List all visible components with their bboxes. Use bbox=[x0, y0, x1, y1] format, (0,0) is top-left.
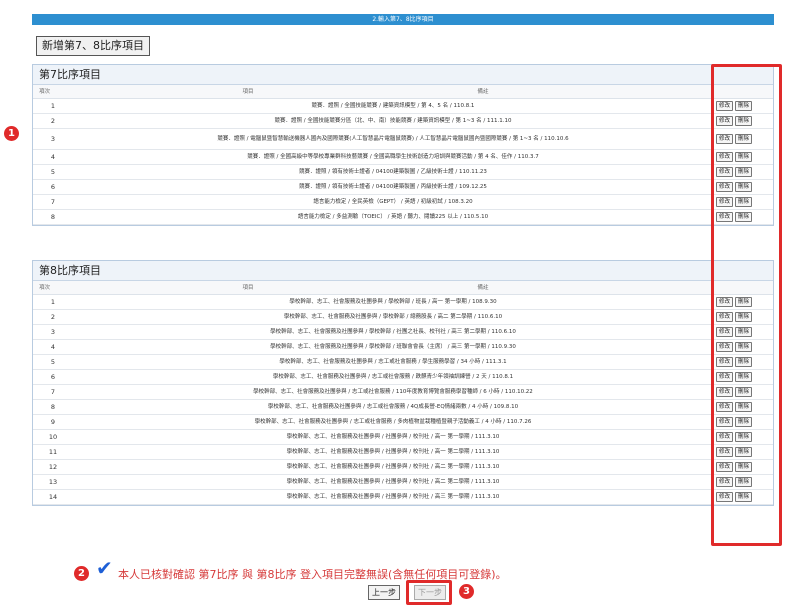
table-row: 5 競賽．證照 / 領有技術士證者 / 04100建築製圖 / 乙級技術士證 / … bbox=[33, 165, 773, 180]
table-row: 12 學校幹部、志工、社會服務及社團參與 / 社團參與 / 校刊社 / 高二 第一… bbox=[33, 460, 773, 475]
row-number: 7 bbox=[50, 198, 56, 206]
table-row: 4 學校幹部、志工、社會服務及社團參與 / 學校幹部 / 班聯會會長（主席） / … bbox=[33, 340, 773, 355]
row-number: 2 bbox=[50, 117, 56, 125]
section-7-title: 第7比序項目 bbox=[33, 65, 773, 85]
table-row: 9 學校幹部、志工、社會服務及社團參與 / 志工或社會服務 / 多肉植物盆栽種植暨… bbox=[33, 415, 773, 430]
row-item-text: 競賽．證照 / 電腦鼠暨智慧輸送機器人國內及國際競賽(人工智慧晶片電腦鼠競賽) … bbox=[217, 135, 569, 142]
row-number: 8 bbox=[50, 213, 56, 221]
table-row: 5 學校幹部、志工、社會服務及社團參與 / 志工或社會服務 / 學生服務學習 / … bbox=[33, 355, 773, 370]
row-number: 11 bbox=[48, 448, 58, 456]
row-number: 13 bbox=[48, 478, 58, 486]
row-number: 5 bbox=[50, 358, 56, 366]
row-number: 6 bbox=[50, 373, 56, 381]
row-number: 8 bbox=[50, 403, 56, 411]
table-row: 8 語言能力檢定 / 多益測驗（TOEIC） / 英語 / 聽力、閱讀225 以上… bbox=[33, 210, 773, 225]
column-note: 備註 bbox=[477, 89, 489, 95]
table-row: 11 學校幹部、志工、社會服務及社團參與 / 社團參與 / 校刊社 / 高一 第二… bbox=[33, 445, 773, 460]
table-row: 8 學校幹部、志工、社會服務及社團參與 / 志工或社會服務 / 4Q成長營-EQ情… bbox=[33, 400, 773, 415]
table-row: 3 競賽．證照 / 電腦鼠暨智慧輸送機器人國內及國際競賽(人工智慧晶片電腦鼠競賽)… bbox=[33, 129, 773, 150]
row-item-text: 學校幹部、志工、社會服務及社團參與 / 志工或社會服務 / 跌麒青少年領袖訓練營… bbox=[272, 373, 514, 380]
column-note: 備註 bbox=[477, 285, 489, 291]
annotation-badge-3: 3 bbox=[459, 584, 474, 599]
row-item-text: 學校幹部、志工、社會服務及社團參與 / 學校幹部 / 班聯會會長（主席） / 高… bbox=[270, 343, 516, 350]
section-7-panel: 第7比序項目 項次 項目 備註 1 競賽．證照 / 全國技能競賽 / 建築資訊模型… bbox=[32, 64, 774, 226]
row-item-text: 學校幹部、志工、社會服務及社團參與 / 社團參與 / 校刊社 / 高一 第一學期… bbox=[286, 433, 500, 440]
table-row: 1 競賽．證照 / 全國技能競賽 / 建築資訊模型 / 第 4、5 名 / 110… bbox=[33, 99, 773, 114]
row-number: 7 bbox=[50, 388, 56, 396]
table-row: 7 學校幹部、志工、社會服務及社團參與 / 志工或社會服務 / 110年度教育博覽… bbox=[33, 385, 773, 400]
table-row: 10 學校幹部、志工、社會服務及社團參與 / 社團參與 / 校刊社 / 高一 第一… bbox=[33, 430, 773, 445]
row-number: 1 bbox=[50, 298, 56, 306]
column-no: 項次 bbox=[39, 89, 51, 95]
row-number: 3 bbox=[50, 135, 56, 143]
actions-highlight-box bbox=[711, 64, 782, 546]
row-item-text: 學校幹部、志工、社會服務及社團參與 / 社團參與 / 校刊社 / 高一 第二學期… bbox=[286, 448, 500, 455]
annotation-badge-2: 2 bbox=[74, 566, 89, 581]
annotation-badge-1: 1 bbox=[4, 126, 19, 141]
prev-step-button[interactable]: 上一步 bbox=[368, 585, 400, 600]
row-item-text: 語言能力檢定 / 全民英檢（GEPT） / 英語 / 初級初試 / 108.3.… bbox=[313, 198, 473, 205]
row-number: 2 bbox=[50, 313, 56, 321]
row-number: 5 bbox=[50, 168, 56, 176]
column-item: 項目 bbox=[242, 89, 254, 95]
row-number: 10 bbox=[48, 433, 58, 441]
row-number: 14 bbox=[48, 493, 58, 501]
section-8-rows: 1 學校幹部、志工、社會服務及社團參與 / 學校幹部 / 班長 / 高一 第一學期… bbox=[33, 295, 773, 505]
table-row: 2 學校幹部、志工、社會服務及社團參與 / 學校幹部 / 總務股長 / 高二 第二… bbox=[33, 310, 773, 325]
row-number: 4 bbox=[50, 153, 56, 161]
row-item-text: 學校幹部、志工、社會服務及社團參與 / 學校幹部 / 總務股長 / 高二 第二學… bbox=[283, 313, 503, 320]
row-item-text: 學校幹部、志工、社會服務及社團參與 / 志工或社會服務 / 多肉植物盆栽種植暨親… bbox=[254, 418, 532, 425]
row-item-text: 學校幹部、志工、社會服務及社團參與 / 社團參與 / 校刊社 / 高三 第一學期… bbox=[286, 493, 500, 500]
row-item-text: 競賽．證照 / 全國高級中等學校專業群科技藝競賽 / 全國高職學生技術創造力培訓… bbox=[247, 153, 539, 160]
row-item-text: 競賽．證照 / 全國技能競賽 / 建築資訊模型 / 第 4、5 名 / 110.… bbox=[311, 102, 475, 109]
step-header: 2.輸入第7、8比序項目 bbox=[32, 14, 774, 25]
column-item: 項目 bbox=[242, 285, 254, 291]
row-number: 12 bbox=[48, 463, 58, 471]
column-no: 項次 bbox=[39, 285, 51, 291]
table-row: 7 語言能力檢定 / 全民英檢（GEPT） / 英語 / 初級初試 / 108.3… bbox=[33, 195, 773, 210]
row-number: 4 bbox=[50, 343, 56, 351]
section-8-panel: 第8比序項目 項次 項目 備註 1 學校幹部、志工、社會服務及社團參與 / 學校幹… bbox=[32, 260, 774, 506]
row-number: 6 bbox=[50, 183, 56, 191]
row-item-text: 競賽．證照 / 全國技能競賽分區（北、中、南）技能競賽 / 建築資訊模型 / 第… bbox=[274, 117, 512, 124]
table-row: 2 競賽．證照 / 全國技能競賽分區（北、中、南）技能競賽 / 建築資訊模型 / … bbox=[33, 114, 773, 129]
table-row: 3 學校幹部、志工、社會服務及社團參與 / 學校幹部 / 社團之社長、校刊社 / … bbox=[33, 325, 773, 340]
section-7-rows: 1 競賽．證照 / 全國技能競賽 / 建築資訊模型 / 第 4、5 名 / 110… bbox=[33, 99, 773, 225]
row-number: 3 bbox=[50, 328, 56, 336]
table-row: 6 學校幹部、志工、社會服務及社團參與 / 志工或社會服務 / 跌麒青少年領袖訓練… bbox=[33, 370, 773, 385]
next-step-highlight-box bbox=[406, 580, 452, 605]
row-item-text: 競賽．證照 / 領有技術士證者 / 04100建築製圖 / 丙級技術士證 / 1… bbox=[299, 183, 487, 190]
row-item-text: 學校幹部、志工、社會服務及社團參與 / 志工或社會服務 / 110年度教育博覽會… bbox=[253, 388, 533, 395]
section-7-header: 項次 項目 備註 bbox=[33, 85, 773, 99]
row-item-text: 學校幹部、志工、社會服務及社團參與 / 志工或社會服務 / 4Q成長營-EQ情緒… bbox=[267, 403, 519, 410]
row-item-text: 學校幹部、志工、社會服務及社團參與 / 學校幹部 / 社團之社長、校刊社 / 高… bbox=[270, 328, 516, 335]
table-row: 6 競賽．證照 / 領有技術士證者 / 04100建築製圖 / 丙級技術士證 / … bbox=[33, 180, 773, 195]
checkmark-icon[interactable]: ✔ bbox=[96, 556, 113, 580]
table-row: 13 學校幹部、志工、社會服務及社團參與 / 社團參與 / 校刊社 / 高二 第二… bbox=[33, 475, 773, 490]
row-item-text: 學校幹部、志工、社會服務及社團參與 / 學校幹部 / 班長 / 高一 第一學期 … bbox=[289, 298, 497, 305]
row-item-text: 學校幹部、志工、社會服務及社團參與 / 志工或社會服務 / 學生服務學習 / 3… bbox=[279, 358, 507, 365]
row-item-text: 競賽．證照 / 領有技術士證者 / 04100建築製圖 / 乙級技術士證 / 1… bbox=[299, 168, 487, 175]
section-8-header: 項次 項目 備註 bbox=[33, 281, 773, 295]
row-item-text: 語言能力檢定 / 多益測驗（TOEIC） / 英語 / 聽力、閱讀225 以上 … bbox=[297, 213, 489, 220]
add-item-button[interactable]: 新增第7、8比序項目 bbox=[36, 36, 150, 56]
section-8-title: 第8比序項目 bbox=[33, 261, 773, 281]
table-row: 4 競賽．證照 / 全國高級中等學校專業群科技藝競賽 / 全國高職學生技術創造力培… bbox=[33, 150, 773, 165]
row-item-text: 學校幹部、志工、社會服務及社團參與 / 社團參與 / 校刊社 / 高二 第一學期… bbox=[286, 463, 500, 470]
row-number: 1 bbox=[50, 102, 56, 110]
table-row: 14 學校幹部、志工、社會服務及社團參與 / 社團參與 / 校刊社 / 高三 第一… bbox=[33, 490, 773, 505]
row-number: 9 bbox=[50, 418, 56, 426]
row-item-text: 學校幹部、志工、社會服務及社團參與 / 社團參與 / 校刊社 / 高二 第二學期… bbox=[286, 478, 500, 485]
table-row: 1 學校幹部、志工、社會服務及社團參與 / 學校幹部 / 班長 / 高一 第一學期… bbox=[33, 295, 773, 310]
